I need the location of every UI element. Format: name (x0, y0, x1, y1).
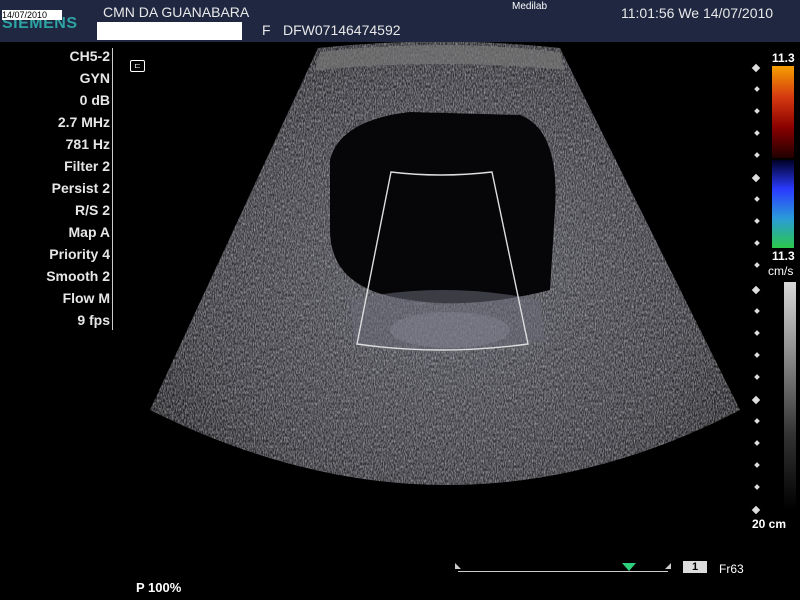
depth-label: 20 cm (752, 517, 787, 531)
colorbar-reverse (772, 160, 794, 248)
logo-date: 14/07/2010 (2, 10, 62, 20)
frame-badge: 1 (683, 561, 707, 573)
param-persist: Persist 2 (51, 180, 110, 196)
patient-id: DFW07146474592 (283, 22, 401, 38)
colorbar-bottom-label: 11.3 (772, 249, 795, 263)
param-priority: Priority 4 (49, 246, 110, 262)
ultrasound-image (150, 41, 740, 485)
trace-icon: ⊏ (130, 60, 145, 72)
colorbar-unit: cm/s (768, 264, 794, 278)
param-fps: 9 fps (77, 312, 110, 328)
param-rs: R/S 2 (74, 202, 110, 218)
cine-start (455, 563, 461, 569)
institution: Medilab (512, 1, 548, 12)
parameter-panel: CH5-2 GYN 0 dB 2.7 MHz 781 Hz Filter 2 P… (0, 48, 113, 330)
param-transducer: CH5-2 (69, 48, 110, 64)
cine-position-marker[interactable] (622, 563, 636, 571)
siemens-logo: SIEMENS 14/07/2010 (0, 0, 90, 32)
clinic-name: CMN DA GUANABARA (103, 4, 250, 20)
power-level: P 100% (136, 580, 182, 595)
param-gain: 0 dB (79, 92, 110, 108)
frame-label: Fr63 (719, 562, 744, 576)
header-bar: SIEMENS 14/07/2010 CMN DA GUANABARA F DF… (0, 0, 800, 42)
param-smooth: Smooth 2 (46, 268, 110, 284)
patient-sex: F (262, 22, 271, 38)
param-frequency: 2.7 MHz (57, 114, 110, 130)
param-prf: 781 Hz (65, 136, 110, 152)
cine-end (665, 563, 671, 569)
param-preset: GYN (79, 70, 110, 86)
grayscale-bar (784, 282, 796, 510)
param-filter: Filter 2 (64, 158, 110, 174)
param-map: Map A (68, 224, 110, 240)
patient-name-field (97, 22, 242, 40)
cine-bar[interactable] (458, 571, 668, 572)
colorbar-forward (772, 66, 794, 158)
scan-sector (150, 41, 740, 485)
date-time: 11:01:56 We 14/07/2010 (621, 5, 774, 21)
colorbar-top-label: 11.3 (772, 51, 795, 65)
param-flow: Flow M (62, 290, 110, 306)
